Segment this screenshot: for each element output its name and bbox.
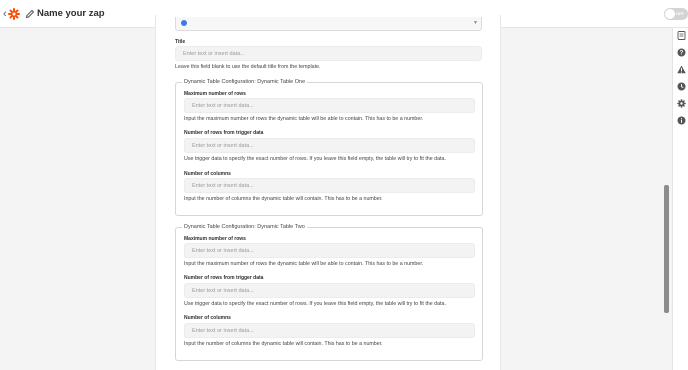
columns-input[interactable] [185, 324, 474, 337]
history-icon[interactable] [677, 82, 686, 91]
right-sidebar: ? [672, 28, 688, 370]
trigger-rows-field[interactable] [184, 283, 475, 298]
title-field[interactable] [175, 46, 482, 61]
step-editor-panel: ▼ Title Leave this field blank to use th… [155, 15, 501, 370]
max-rows-field[interactable] [184, 98, 475, 113]
max-rows-label: Maximum number of rows [184, 236, 246, 242]
outline-icon[interactable] [677, 31, 686, 40]
info-icon[interactable] [677, 116, 686, 125]
columns-field[interactable] [184, 323, 475, 338]
chevron-down-icon: ▼ [473, 20, 478, 26]
max-rows-field[interactable] [184, 243, 475, 258]
trigger-rows-input[interactable] [185, 139, 474, 152]
dynamic-table-one-legend: Dynamic Table Configuration: Dynamic Tab… [182, 79, 308, 86]
zapier-logo-icon[interactable] [8, 8, 20, 20]
svg-text:?: ? [680, 51, 684, 57]
toggle-knob [665, 9, 675, 19]
alert-icon[interactable] [677, 65, 686, 74]
columns-field[interactable] [184, 178, 475, 193]
trigger-rows-field[interactable] [184, 138, 475, 153]
columns-label: Number of columns [184, 315, 231, 321]
toggle-label: OFF [676, 11, 684, 16]
max-rows-help: Input the maximum number of rows the dyn… [184, 116, 424, 122]
trigger-rows-help: Use trigger data to specify the exact nu… [184, 301, 446, 307]
columns-label: Number of columns [184, 171, 231, 177]
trigger-rows-help: Use trigger data to specify the exact nu… [184, 156, 446, 162]
trigger-rows-label: Number of rows from trigger data [184, 130, 264, 136]
columns-help: Input the number of columns the dynamic … [184, 341, 383, 347]
zap-title[interactable]: Name your zap [37, 8, 105, 20]
dynamic-table-two-legend: Dynamic Table Configuration: Dynamic Tab… [182, 224, 307, 231]
zap-on-off-toggle[interactable]: OFF [664, 8, 688, 20]
max-rows-input[interactable] [185, 99, 474, 112]
account-select[interactable]: ▼ [175, 17, 482, 31]
dynamic-table-one-fieldset: Dynamic Table Configuration: Dynamic Tab… [175, 79, 483, 216]
max-rows-label: Maximum number of rows [184, 91, 246, 97]
title-field-help: Leave this field blank to use the defaul… [175, 64, 321, 70]
pencil-icon[interactable] [25, 9, 35, 19]
max-rows-input[interactable] [185, 244, 474, 257]
help-icon[interactable]: ? [677, 48, 686, 57]
settings-icon[interactable] [677, 99, 686, 108]
trigger-rows-label: Number of rows from trigger data [184, 275, 264, 281]
scrollbar-thumb[interactable] [664, 185, 669, 313]
account-icon [181, 20, 187, 26]
title-input[interactable] [176, 47, 481, 60]
columns-help: Input the number of columns the dynamic … [184, 196, 383, 202]
title-field-label: Title [175, 39, 186, 45]
trigger-rows-input[interactable] [185, 284, 474, 297]
max-rows-help: Input the maximum number of rows the dyn… [184, 261, 424, 267]
dynamic-table-two-fieldset: Dynamic Table Configuration: Dynamic Tab… [175, 224, 483, 361]
columns-input[interactable] [185, 179, 474, 192]
